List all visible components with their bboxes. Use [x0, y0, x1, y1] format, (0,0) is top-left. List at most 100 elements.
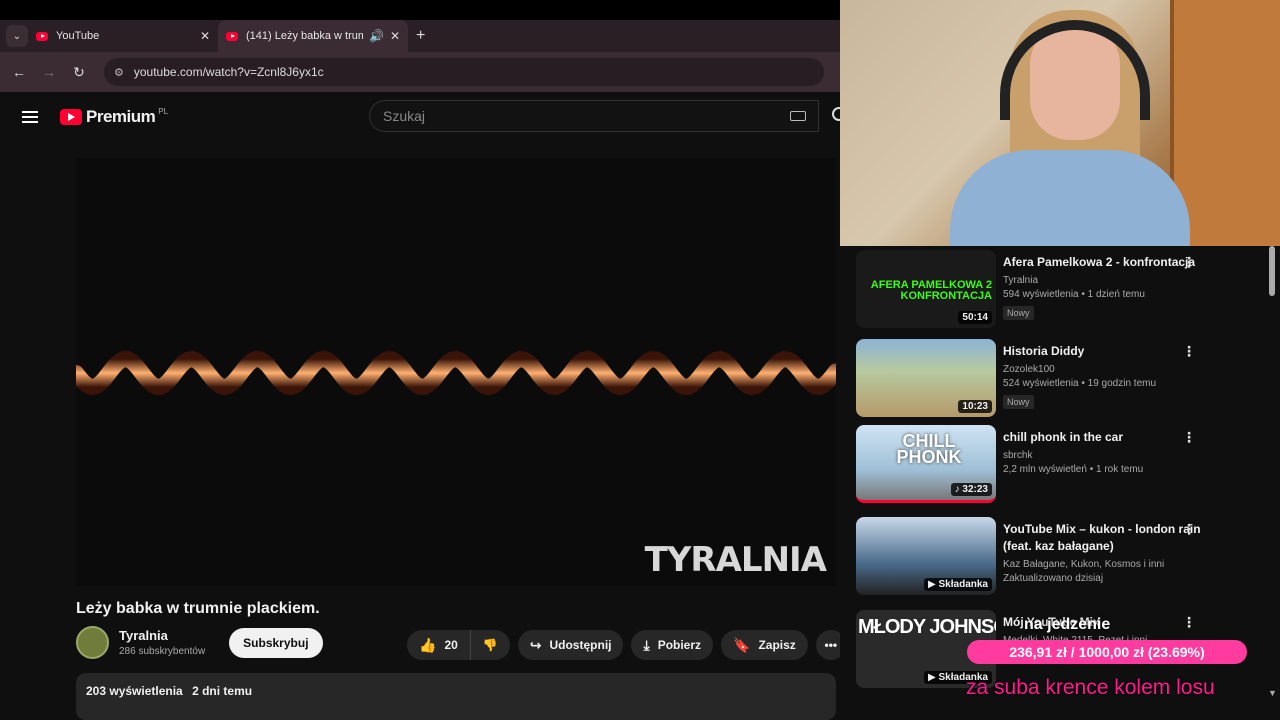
share-icon: ↪: [529, 636, 542, 653]
tab-search-button[interactable]: ⌄: [6, 25, 28, 47]
thumbnail-text: CHILL PHONK: [896, 431, 962, 467]
forward-arrow-icon[interactable]: →: [34, 64, 64, 80]
duration-badge: 50:14: [958, 311, 992, 324]
video-title: Leży babka w trumnie plackiem.: [76, 600, 320, 617]
video-thumbnail[interactable]: CHILL PHONK ♪ 32:23: [856, 425, 996, 503]
rec-title: chill phonk in the car: [1003, 430, 1124, 444]
video-actions: 👍 20 👎 ↪ Udostępnij ⤓ Pobierz 🔖 Zapisz •••: [407, 630, 846, 660]
like-dislike-group: 👍 20 👎: [407, 630, 510, 660]
more-vert-icon[interactable]: ⋮: [1182, 614, 1196, 631]
save-label: Zapisz: [758, 638, 796, 652]
video-player[interactable]: TYRALNIA: [76, 158, 836, 586]
scroll-down-arrow-icon[interactable]: ▼: [1268, 688, 1277, 698]
rec-channel: Zozolek100: [1003, 364, 1055, 375]
thumbs-up-icon: 👍: [419, 636, 437, 653]
download-label: Pobierz: [657, 638, 702, 652]
youtube-logo-icon: [60, 109, 82, 125]
youtube-favicon-icon: [226, 31, 238, 41]
more-vert-icon[interactable]: ⋮: [1182, 429, 1196, 446]
speaker-icon[interactable]: 🔊: [369, 29, 384, 43]
search-input[interactable]: Szukaj: [369, 100, 819, 132]
rec-title: YouTube Mix – kukon - london rain (feat.…: [1003, 522, 1201, 553]
more-icon: •••: [824, 638, 838, 652]
rec-title: Historia Diddy: [1003, 344, 1085, 358]
subscribe-button[interactable]: Subskrybuj: [229, 627, 323, 658]
youtube-premium-logo[interactable]: Premium PL: [60, 107, 168, 127]
view-count: 203 wyświetlenia: [86, 684, 183, 698]
more-vert-icon[interactable]: ⋮: [1182, 343, 1196, 360]
download-button[interactable]: ⤓ Pobierz: [631, 630, 714, 660]
rec-channel: Tyralnia: [1003, 275, 1039, 286]
tab-video[interactable]: (141) Leży babka w trumnie 🔊 ✕: [218, 20, 408, 52]
video-thumbnail[interactable]: AFERA PAMELKOWA 2 KONFRONTACJA 50:14: [856, 250, 996, 328]
upload-date: 2 dni temu: [192, 684, 253, 698]
youtube-header: Premium PL Szukaj: [0, 92, 846, 142]
window-top-strip: [0, 0, 840, 20]
menu-icon[interactable]: [22, 111, 38, 123]
tab-title: (141) Leży babka w trumnie: [246, 30, 363, 42]
rec-meta: Zaktualizowano dzisiaj: [1003, 573, 1104, 584]
video-thumbnail[interactable]: ▶ Składanka: [856, 517, 996, 595]
like-button[interactable]: 👍 20: [407, 630, 471, 660]
donation-goal-title: na jedzenie: [1024, 616, 1111, 633]
site-info-icon[interactable]: ⚙: [114, 66, 124, 79]
recommendation-item[interactable]: CHILL PHONK ♪ 32:23 chill phonk in the c…: [856, 425, 1276, 509]
more-vert-icon[interactable]: ⋮: [1182, 254, 1196, 271]
subscriber-count: 286 subskrybentów: [119, 646, 206, 657]
region-code: PL: [158, 106, 169, 116]
video-thumbnail[interactable]: 10:23: [856, 339, 996, 417]
close-tab-icon[interactable]: ✕: [200, 29, 210, 43]
share-button[interactable]: ↪ Udostępnij: [517, 630, 624, 660]
thumbnail-text: MŁODY JOHNSON: [858, 616, 996, 638]
streamer-webcam: [840, 0, 1280, 246]
save-button[interactable]: 🔖 Zapisz: [721, 630, 808, 660]
channel-name[interactable]: Tyralnia: [119, 628, 205, 643]
rec-meta: 2,2 mln wyświetleń • 1 rok temu: [1003, 464, 1144, 475]
rec-channel: Kaz Bałagane, Kukon, Kosmos i inni: [1003, 559, 1165, 570]
share-label: Udostępnij: [549, 638, 612, 652]
rec-title: Afera Pamelkowa 2 - konfrontacja: [1003, 255, 1196, 269]
streamer-body: [950, 150, 1190, 246]
stream-alert-text: za suba krence kolem losu: [966, 676, 1215, 699]
mix-label: Składanka: [938, 579, 988, 590]
recommendation-item[interactable]: ▶ Składanka YouTube Mix – kukon - london…: [856, 517, 1276, 601]
thumbs-down-icon: 👎: [482, 638, 498, 652]
donation-goal-bar: 236,91 zł / 1000,00 zł (23.69%): [967, 640, 1247, 664]
tab-bar: ⌄ YouTube ✕ (141) Leży babka w trumnie 🔊…: [0, 20, 840, 52]
close-tab-icon[interactable]: ✕: [390, 29, 400, 43]
address-bar-row: ← → ↻ ⚙ youtube.com/watch?v=Zcnl8J6yx1c: [0, 52, 840, 92]
playlist-icon: ▶: [928, 672, 939, 683]
new-tab-button[interactable]: +: [416, 27, 425, 45]
recommendation-item[interactable]: AFERA PAMELKOWA 2 KONFRONTACJA 50:14 Afe…: [856, 250, 1276, 334]
like-count: 20: [444, 638, 458, 652]
duration-badge: 10:23: [958, 400, 992, 413]
url-text: youtube.com/watch?v=Zcnl8J6yx1c: [133, 65, 324, 79]
channel-avatar[interactable]: [76, 626, 109, 659]
tab-youtube[interactable]: YouTube ✕: [28, 20, 218, 52]
keyboard-icon[interactable]: [790, 111, 806, 121]
more-vert-icon[interactable]: ⋮: [1182, 521, 1196, 538]
description-box[interactable]: 203 wyświetlenia 2 dni temu: [76, 673, 836, 720]
download-icon: ⤓: [643, 636, 650, 653]
tab-title: YouTube: [56, 30, 100, 42]
recommendation-item[interactable]: 10:23 Historia Diddy Zozolek100 524 wyśw…: [856, 339, 1276, 423]
audio-waveform: [76, 350, 836, 396]
duration-badge: ♪ 32:23: [950, 483, 992, 496]
thumbnail-text: AFERA PAMELKOWA 2 KONFRONTACJA: [870, 279, 992, 302]
dislike-button[interactable]: 👎: [471, 638, 510, 652]
url-field[interactable]: ⚙ youtube.com/watch?v=Zcnl8J6yx1c: [104, 58, 824, 86]
search-placeholder: Szukaj: [383, 108, 426, 124]
rec-meta: 524 wyświetlenia • 19 godzin temu: [1003, 378, 1157, 389]
playlist-icon: ▶: [928, 579, 939, 590]
bookmark-icon: 🔖: [733, 636, 751, 653]
new-badge: Nowy: [1003, 306, 1034, 320]
reload-icon[interactable]: ↻: [64, 64, 94, 81]
channel-owner: Tyralnia 286 subskrybentów Subskrybuj: [76, 626, 323, 659]
sidebar-scrollbar[interactable]: [1269, 246, 1275, 296]
channel-watermark: TYRALNIA: [644, 540, 827, 580]
logo-text: Premium: [86, 107, 156, 126]
rec-meta: 594 wyświetlenia • 1 dzień temu: [1003, 289, 1145, 300]
back-arrow-icon[interactable]: ←: [4, 64, 34, 80]
new-badge: Nowy: [1003, 395, 1034, 409]
youtube-favicon-icon: [36, 31, 48, 41]
